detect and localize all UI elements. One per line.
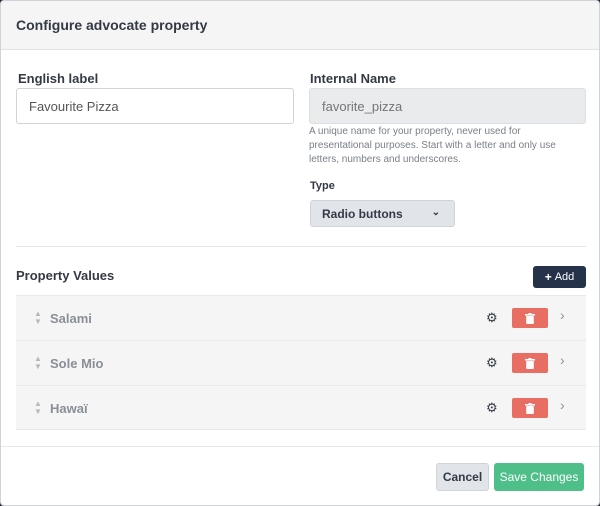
chevron-right-icon[interactable]: › xyxy=(560,397,565,413)
delete-value-button[interactable] xyxy=(512,353,548,373)
type-select-value: Radio buttons xyxy=(322,206,403,221)
delete-value-button[interactable] xyxy=(512,308,548,328)
chevron-right-icon[interactable]: › xyxy=(560,307,565,323)
drag-handle-icon[interactable]: ▲ ▼ xyxy=(34,310,42,326)
value-label: Hawaï xyxy=(50,401,88,416)
chevron-down-icon: ⌄ xyxy=(431,207,440,218)
type-label: Type xyxy=(310,180,335,192)
list-item: ▲ ▼ Sole Mio ⚙ › xyxy=(16,340,586,385)
add-value-button[interactable]: + Add xyxy=(533,266,586,288)
footer-divider xyxy=(1,446,599,447)
trash-icon xyxy=(525,312,535,324)
list-item: ▲ ▼ Salami ⚙ › xyxy=(16,295,586,340)
value-label: Sole Mio xyxy=(50,356,104,371)
modal-title: Configure advocate property xyxy=(16,17,208,33)
list-item: ▲ ▼ Hawaï ⚙ › xyxy=(16,385,586,430)
trash-icon xyxy=(525,402,535,414)
trash-icon xyxy=(525,357,535,369)
property-values-title: Property Values xyxy=(16,268,115,283)
drag-handle-icon[interactable]: ▲ ▼ xyxy=(34,400,42,416)
add-value-label: Add xyxy=(554,271,575,283)
gear-icon[interactable]: ⚙ xyxy=(486,400,498,416)
modal-header: Configure advocate property xyxy=(1,1,599,50)
gear-icon[interactable]: ⚙ xyxy=(486,310,498,326)
plus-icon: + xyxy=(544,270,552,284)
chevron-right-icon[interactable]: › xyxy=(560,352,565,368)
english-label-label: English label xyxy=(18,71,99,86)
gear-icon[interactable]: ⚙ xyxy=(486,355,498,371)
internal-name-label: Internal Name xyxy=(310,71,396,86)
property-values-list: ▲ ▼ Salami ⚙ › ▲ ▼ Sole Mio ⚙ › ▲ ▼ Hawaï ⚙… xyxy=(16,295,586,430)
type-select[interactable]: Radio buttons ⌄ xyxy=(310,200,455,227)
delete-value-button[interactable] xyxy=(512,398,548,418)
cancel-button[interactable]: Cancel xyxy=(436,463,489,491)
internal-name-help: A unique name for your property, never u… xyxy=(309,126,556,165)
drag-handle-icon[interactable]: ▲ ▼ xyxy=(34,355,42,371)
section-divider xyxy=(16,246,586,247)
save-changes-button[interactable]: Save Changes xyxy=(494,463,584,491)
configure-property-modal: Configure advocate property English labe… xyxy=(0,0,600,506)
internal-name-input xyxy=(309,88,586,124)
value-label: Salami xyxy=(50,311,92,326)
english-label-input[interactable] xyxy=(16,88,294,124)
